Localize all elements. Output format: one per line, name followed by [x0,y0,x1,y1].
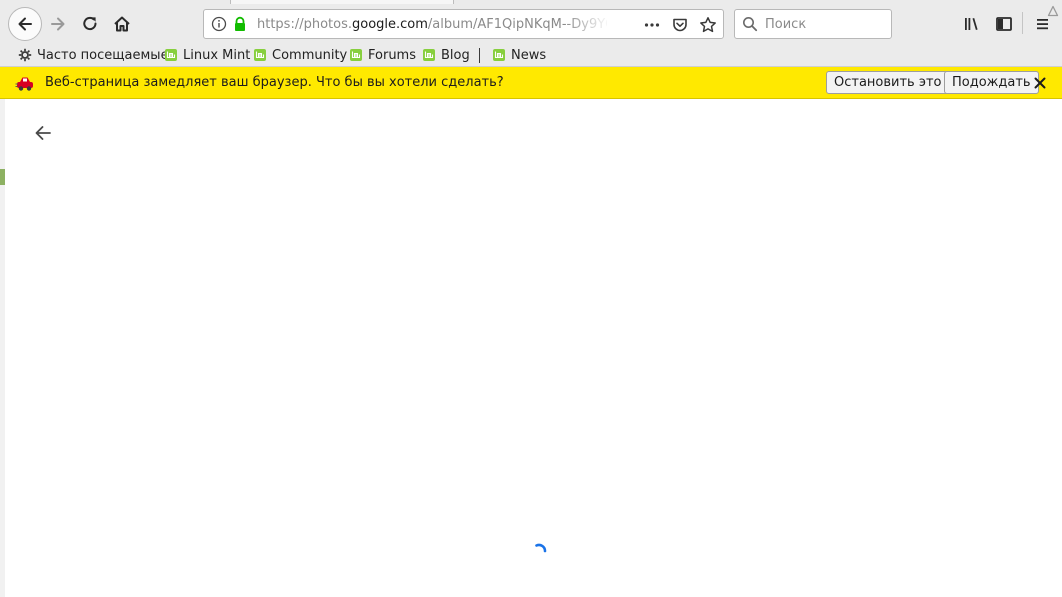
hamburger-menu-icon [1037,19,1048,30]
notification-message: Веб-страница замедляет ваш браузер. Что … [45,75,504,90]
mint-icon [350,49,362,61]
bookmark-label: Community [272,47,348,63]
bookmark-linux-mint[interactable]: Linux Mint [164,46,250,64]
reload-icon [83,16,97,31]
bookmark-label: Часто посещаемые [37,47,169,63]
navigation-toolbar: https://photos.google.com/album/AF1QipNK… [0,0,1062,44]
bookmark-community[interactable]: Community [253,46,347,64]
close-icon[interactable] [1033,76,1047,90]
bookmark-forums[interactable]: Forums [349,46,416,64]
url-fade [564,13,610,37]
bookmark-separator [479,48,480,63]
url-text[interactable]: https://photos.google.com/album/AF1QipNK… [257,16,607,34]
url-scheme: https://photos. [257,17,352,32]
arrow-right-icon [51,17,65,31]
mint-icon [493,49,505,61]
search-bar[interactable] [734,9,892,39]
mint-icon [254,49,266,61]
info-icon[interactable] [211,16,227,32]
url-host: google.com [352,17,428,32]
reload-button[interactable] [76,10,104,38]
home-icon [114,16,130,32]
slow-snail-icon [15,77,33,91]
sidebar-icon [996,17,1012,31]
mint-icon [423,49,435,61]
bookmark-blog[interactable]: Blog [422,46,470,64]
sidebar-button[interactable] [990,10,1018,38]
page-actions-button[interactable] [642,15,662,35]
library-icon [965,18,978,30]
search-icon [743,17,758,32]
forward-button[interactable] [44,10,72,38]
bookmark-most-visited[interactable]: Часто посещаемые [18,46,169,64]
wait-button[interactable]: Подождать [944,71,1039,94]
toolbar-divider [1022,12,1023,34]
lock-icon[interactable] [232,16,248,32]
bookmark-news[interactable]: News [492,46,546,64]
left-edge-marker [0,169,5,185]
arrow-left-icon [18,17,32,31]
stop-script-button[interactable]: Остановить это [826,71,950,94]
slow-script-notification: Веб-страница замедляет ваш браузер. Что … [0,67,1062,99]
more-horizontal-icon [644,23,660,27]
star-icon [700,17,716,33]
address-bar[interactable]: https://photos.google.com/album/AF1QipNK… [203,9,724,39]
arrow-left-icon [35,126,51,140]
bookmark-label: Linux Mint [183,47,251,63]
album-back-button[interactable] [28,118,58,148]
bookmark-star-button[interactable] [698,15,718,35]
bookmark-label: News [511,47,547,63]
pocket-button[interactable] [670,15,690,35]
back-button[interactable] [8,7,42,41]
loading-spinner-icon [535,543,547,553]
bookmark-label: Forums [368,47,416,63]
gear-icon [18,48,32,62]
home-button[interactable] [108,10,136,38]
update-available-icon[interactable] [1047,5,1059,17]
pocket-icon [673,18,687,32]
search-input[interactable] [765,15,885,33]
library-button[interactable] [958,10,986,38]
bookmark-label: Blog [441,47,470,63]
bookmarks-toolbar: Часто посещаемые Linux Mint Community Fo… [0,44,1062,67]
active-tab-edge[interactable] [230,0,454,4]
mint-icon [165,49,177,61]
